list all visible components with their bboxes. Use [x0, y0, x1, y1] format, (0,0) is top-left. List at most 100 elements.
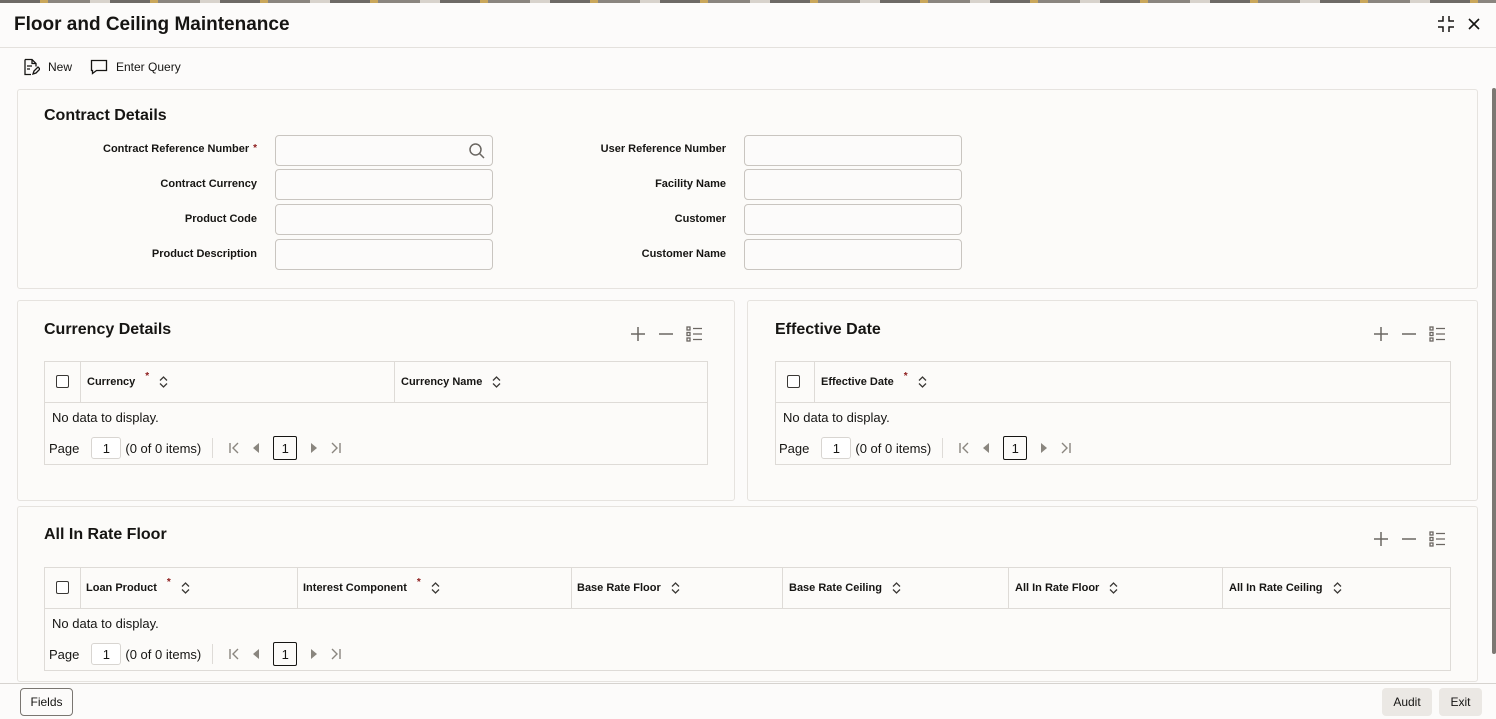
column-divider	[1222, 568, 1223, 608]
title-bar: Floor and Ceiling Maintenance	[0, 3, 1496, 48]
column-divider	[1008, 568, 1009, 608]
single-record-view-button[interactable]	[1428, 325, 1446, 343]
fields-button[interactable]: Fields	[20, 688, 73, 716]
enter-query-button[interactable]: Enter Query	[90, 58, 181, 76]
delete-row-button[interactable]	[1400, 325, 1418, 343]
search-icon[interactable]	[468, 142, 486, 160]
new-button-label: New	[48, 60, 73, 74]
empty-table-message: No data to display.	[783, 410, 890, 425]
last-page-icon	[1061, 442, 1071, 454]
sort-icon[interactable]	[671, 582, 680, 594]
select-all-checkbox[interactable]	[787, 375, 800, 388]
required-marker: *	[416, 576, 421, 588]
sort-icon[interactable]	[159, 376, 168, 388]
customer-name-label: Customer Name	[641, 248, 726, 260]
page-title: Floor and Ceiling Maintenance	[14, 14, 290, 35]
customer-name-input[interactable]	[744, 239, 962, 270]
delete-row-button[interactable]	[657, 325, 675, 343]
pagination: Page 1 (0 of 0 items) 1	[49, 642, 347, 666]
product-code-input[interactable]	[275, 204, 493, 235]
all-in-rate-floor-actions	[1372, 530, 1446, 548]
minus-icon	[659, 333, 673, 335]
customer-input[interactable]	[744, 204, 962, 235]
contract-currency-input[interactable]	[275, 169, 493, 200]
page-number-input[interactable]: 1	[821, 437, 852, 459]
single-record-view-button[interactable]	[685, 325, 703, 343]
new-button[interactable]: New	[22, 58, 72, 76]
currency-details-title: Currency Details	[44, 321, 172, 338]
plus-icon	[1374, 532, 1388, 546]
all-in-rate-floor-title: All In Rate Floor	[44, 526, 167, 543]
first-page-button[interactable]	[223, 442, 245, 454]
next-page-button[interactable]	[303, 443, 325, 453]
exit-button[interactable]: Exit	[1439, 688, 1482, 716]
close-window-button[interactable]	[1463, 13, 1485, 35]
previous-page-button[interactable]	[975, 443, 997, 453]
customer-label: Customer	[674, 213, 726, 225]
sort-icon[interactable]	[918, 376, 927, 388]
minus-icon	[1402, 333, 1416, 335]
currency-details-actions	[629, 325, 703, 343]
current-page[interactable]: 1	[1003, 436, 1028, 460]
pager-divider	[931, 438, 944, 458]
previous-page-button[interactable]	[245, 649, 267, 659]
next-page-button[interactable]	[303, 649, 325, 659]
add-row-button[interactable]	[629, 325, 647, 343]
required-marker: *	[166, 576, 171, 588]
list-view-icon	[685, 326, 702, 342]
user-reference-number-input[interactable]	[744, 135, 962, 166]
next-page-icon	[1041, 443, 1048, 453]
first-page-button[interactable]	[223, 648, 245, 660]
last-page-button[interactable]	[325, 442, 347, 454]
current-page[interactable]: 1	[273, 436, 298, 460]
sort-icon[interactable]	[431, 582, 440, 594]
previous-page-button[interactable]	[245, 443, 267, 453]
vertical-scrollbar[interactable]	[1492, 88, 1496, 654]
first-page-icon	[959, 442, 969, 454]
currency-details-table: Currency * Currency Name No data to disp…	[44, 361, 708, 465]
pager-divider	[201, 644, 214, 664]
table-header: Effective Date *	[776, 362, 1450, 403]
table-header: Loan Product * Interest Component * Base…	[45, 568, 1450, 609]
collapse-icon	[1438, 16, 1454, 32]
plus-icon	[631, 327, 645, 341]
select-all-checkbox[interactable]	[56, 581, 69, 594]
last-page-button[interactable]	[1055, 442, 1077, 454]
required-marker: *	[903, 370, 908, 382]
current-page[interactable]: 1	[273, 642, 298, 666]
sort-icon[interactable]	[181, 582, 190, 594]
next-page-button[interactable]	[1033, 443, 1055, 453]
add-row-button[interactable]	[1372, 530, 1390, 548]
sort-icon[interactable]	[1109, 582, 1118, 594]
pagination: Page 1 (0 of 0 items) 1	[779, 436, 1077, 460]
sort-icon[interactable]	[492, 376, 501, 388]
select-all-checkbox[interactable]	[56, 375, 69, 388]
column-header-currency-name: Currency Name	[401, 362, 501, 402]
facility-name-label: Facility Name	[655, 178, 726, 190]
first-page-button[interactable]	[953, 442, 975, 454]
page-number-input[interactable]: 1	[91, 643, 122, 665]
add-row-button[interactable]	[1372, 325, 1390, 343]
previous-page-icon	[253, 649, 260, 659]
sort-icon[interactable]	[892, 582, 901, 594]
next-page-icon	[311, 649, 318, 659]
next-page-icon	[311, 443, 318, 453]
last-page-button[interactable]	[325, 648, 347, 660]
contract-reference-number-input[interactable]	[275, 135, 493, 166]
product-description-input[interactable]	[275, 239, 493, 270]
single-record-view-button[interactable]	[1428, 530, 1446, 548]
delete-row-button[interactable]	[1400, 530, 1418, 548]
items-count: (0 of 0 items)	[125, 646, 202, 662]
page-number-input[interactable]: 1	[91, 437, 122, 459]
sort-icon[interactable]	[1333, 582, 1342, 594]
column-divider	[814, 362, 815, 402]
pagination: Page 1 (0 of 0 items) 1	[49, 436, 347, 460]
empty-table-message: No data to display.	[52, 410, 159, 425]
minimize-window-button[interactable]	[1435, 13, 1457, 35]
previous-page-icon	[253, 443, 260, 453]
facility-name-input[interactable]	[744, 169, 962, 200]
audit-button[interactable]: Audit	[1382, 688, 1432, 716]
column-divider	[80, 362, 81, 402]
contract-details-title: Contract Details	[44, 107, 167, 124]
pager-divider	[201, 438, 214, 458]
